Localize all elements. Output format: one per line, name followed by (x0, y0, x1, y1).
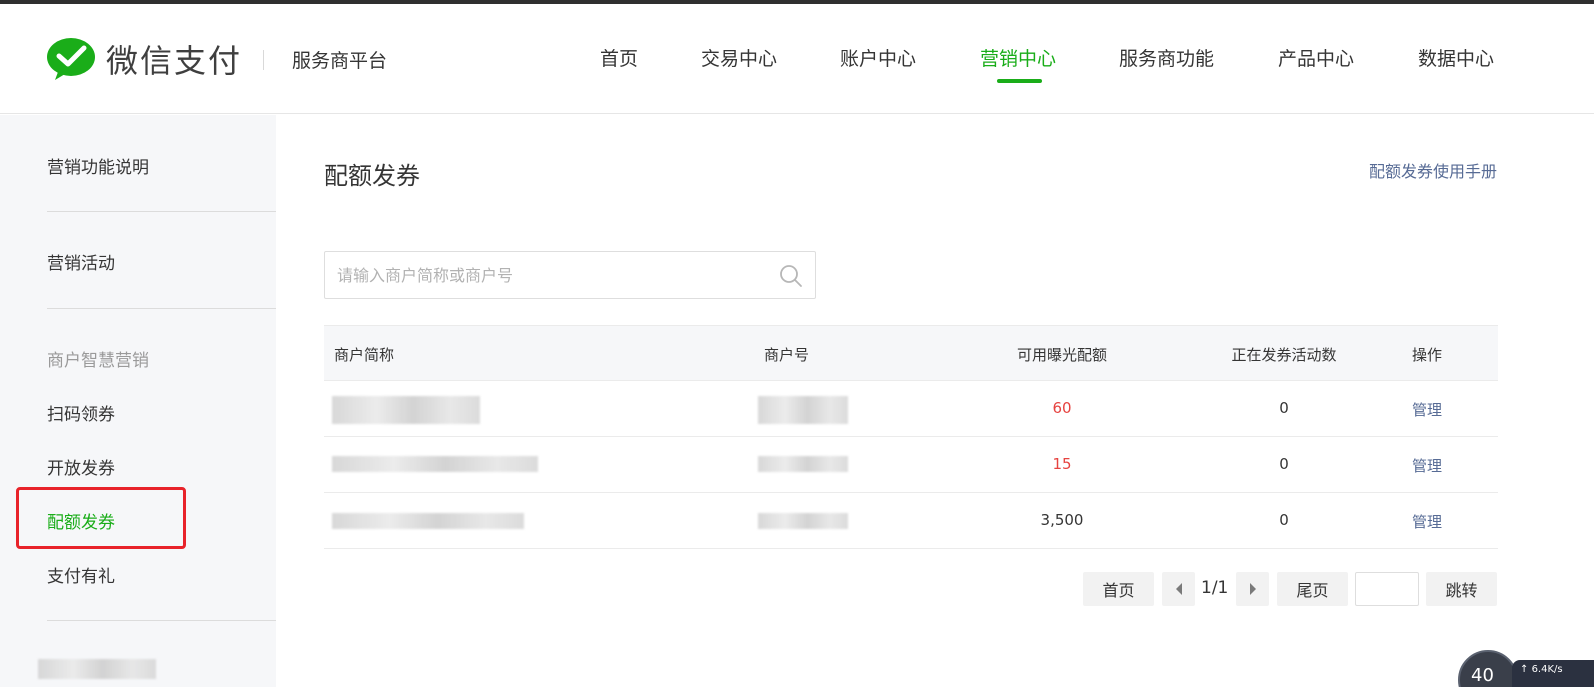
header-actions: 操作 (1412, 346, 1443, 364)
prev-page-button[interactable] (1162, 572, 1195, 606)
nav-account-center[interactable]: 账户中心 (840, 44, 916, 71)
quota-coupon-manual-link[interactable]: 配额发券使用手册 (1369, 158, 1497, 182)
table-row: 15 0 管理 (324, 437, 1498, 493)
manage-link[interactable]: 管理 (1412, 455, 1442, 476)
network-speed-number: 6.4K/s (1531, 664, 1563, 675)
caret-right-icon (1249, 583, 1256, 595)
next-page-button[interactable] (1236, 572, 1269, 606)
blurred-merchant-id (758, 396, 848, 424)
blurred-merchant-id (758, 513, 848, 529)
sidebar-group-merchant-smart-marketing: 商户智慧营销 (47, 351, 149, 371)
available-quota-value: 60 (1052, 399, 1072, 417)
active-campaigns-value: 0 (1279, 399, 1289, 417)
blurred-merchant-name (332, 456, 538, 472)
sidebar-item-open-coupon[interactable]: 开放发券 (47, 454, 115, 479)
header-merchant-id: 商户号 (764, 346, 810, 364)
blurred-merchant-name (332, 513, 524, 529)
sidebar-item-marketing-intro[interactable]: 营销功能说明 (47, 153, 149, 178)
network-speed-value: ↑ 6.4K/s (1520, 664, 1563, 675)
jump-button[interactable]: 跳转 (1426, 572, 1497, 606)
table-row: 60 0 管理 (324, 381, 1498, 437)
active-campaigns-value: 0 (1279, 455, 1289, 473)
merchant-search-input[interactable] (337, 252, 767, 298)
page-indicator: 1/1 (1201, 578, 1229, 598)
top-header: 微信支付 服务商平台 首页 交易中心 账户中心 营销中心 服务商功能 产品中心 … (0, 4, 1594, 114)
page-jump-input[interactable] (1355, 572, 1419, 606)
caret-left-icon (1175, 583, 1182, 595)
annotation-highlight-box (16, 487, 186, 549)
blurred-merchant-id (758, 456, 848, 472)
active-campaigns-value: 0 (1279, 511, 1289, 529)
nav-provider-functions[interactable]: 服务商功能 (1119, 44, 1214, 71)
nav-data-center[interactable]: 数据中心 (1418, 44, 1494, 71)
header-active-campaigns: 正在发券活动数 (1231, 346, 1337, 364)
header-merchant-name: 商户简称 (334, 346, 395, 364)
main-nav: 首页 交易中心 账户中心 营销中心 服务商功能 产品中心 数据中心 (0, 44, 1594, 94)
sidebar-item-marketing-activity[interactable]: 营销活动 (47, 249, 115, 274)
first-page-button[interactable]: 首页 (1083, 572, 1154, 606)
table-row: 3,500 0 管理 (324, 493, 1498, 549)
header-available-quota: 可用曝光配额 (1016, 346, 1108, 364)
last-page-button[interactable]: 尾页 (1277, 572, 1348, 606)
manage-link[interactable]: 管理 (1412, 511, 1442, 532)
table-header: 商户简称 商户号 可用曝光配额 正在发券活动数 操作 (324, 325, 1498, 381)
merchant-quota-table: 商户简称 商户号 可用曝光配额 正在发券活动数 操作 60 0 管理 15 0 … (324, 325, 1498, 549)
monitor-widget-value: 40 (1471, 665, 1494, 686)
nav-transaction-center[interactable]: 交易中心 (701, 44, 777, 71)
sidebar-blurred-item (38, 659, 156, 679)
sidebar-item-scan-coupon[interactable]: 扫码领券 (47, 400, 115, 425)
manage-link[interactable]: 管理 (1412, 399, 1442, 420)
available-quota-value: 15 (1052, 455, 1072, 473)
pagination: 首页 1/1 尾页 跳转 (0, 572, 1594, 606)
nav-product-center[interactable]: 产品中心 (1278, 44, 1354, 71)
merchant-search-box[interactable] (324, 251, 816, 299)
blurred-merchant-name (332, 396, 480, 424)
search-icon[interactable] (779, 264, 803, 288)
sidebar-divider (47, 620, 276, 621)
page-title: 配额发券 (324, 162, 420, 190)
sidebar-divider (47, 211, 276, 212)
nav-marketing-center[interactable]: 营销中心 (980, 44, 1056, 71)
nav-home[interactable]: 首页 (600, 44, 638, 71)
available-quota-value: 3,500 (1040, 511, 1084, 529)
sidebar-divider (47, 308, 276, 309)
nav-active-indicator (997, 79, 1042, 83)
